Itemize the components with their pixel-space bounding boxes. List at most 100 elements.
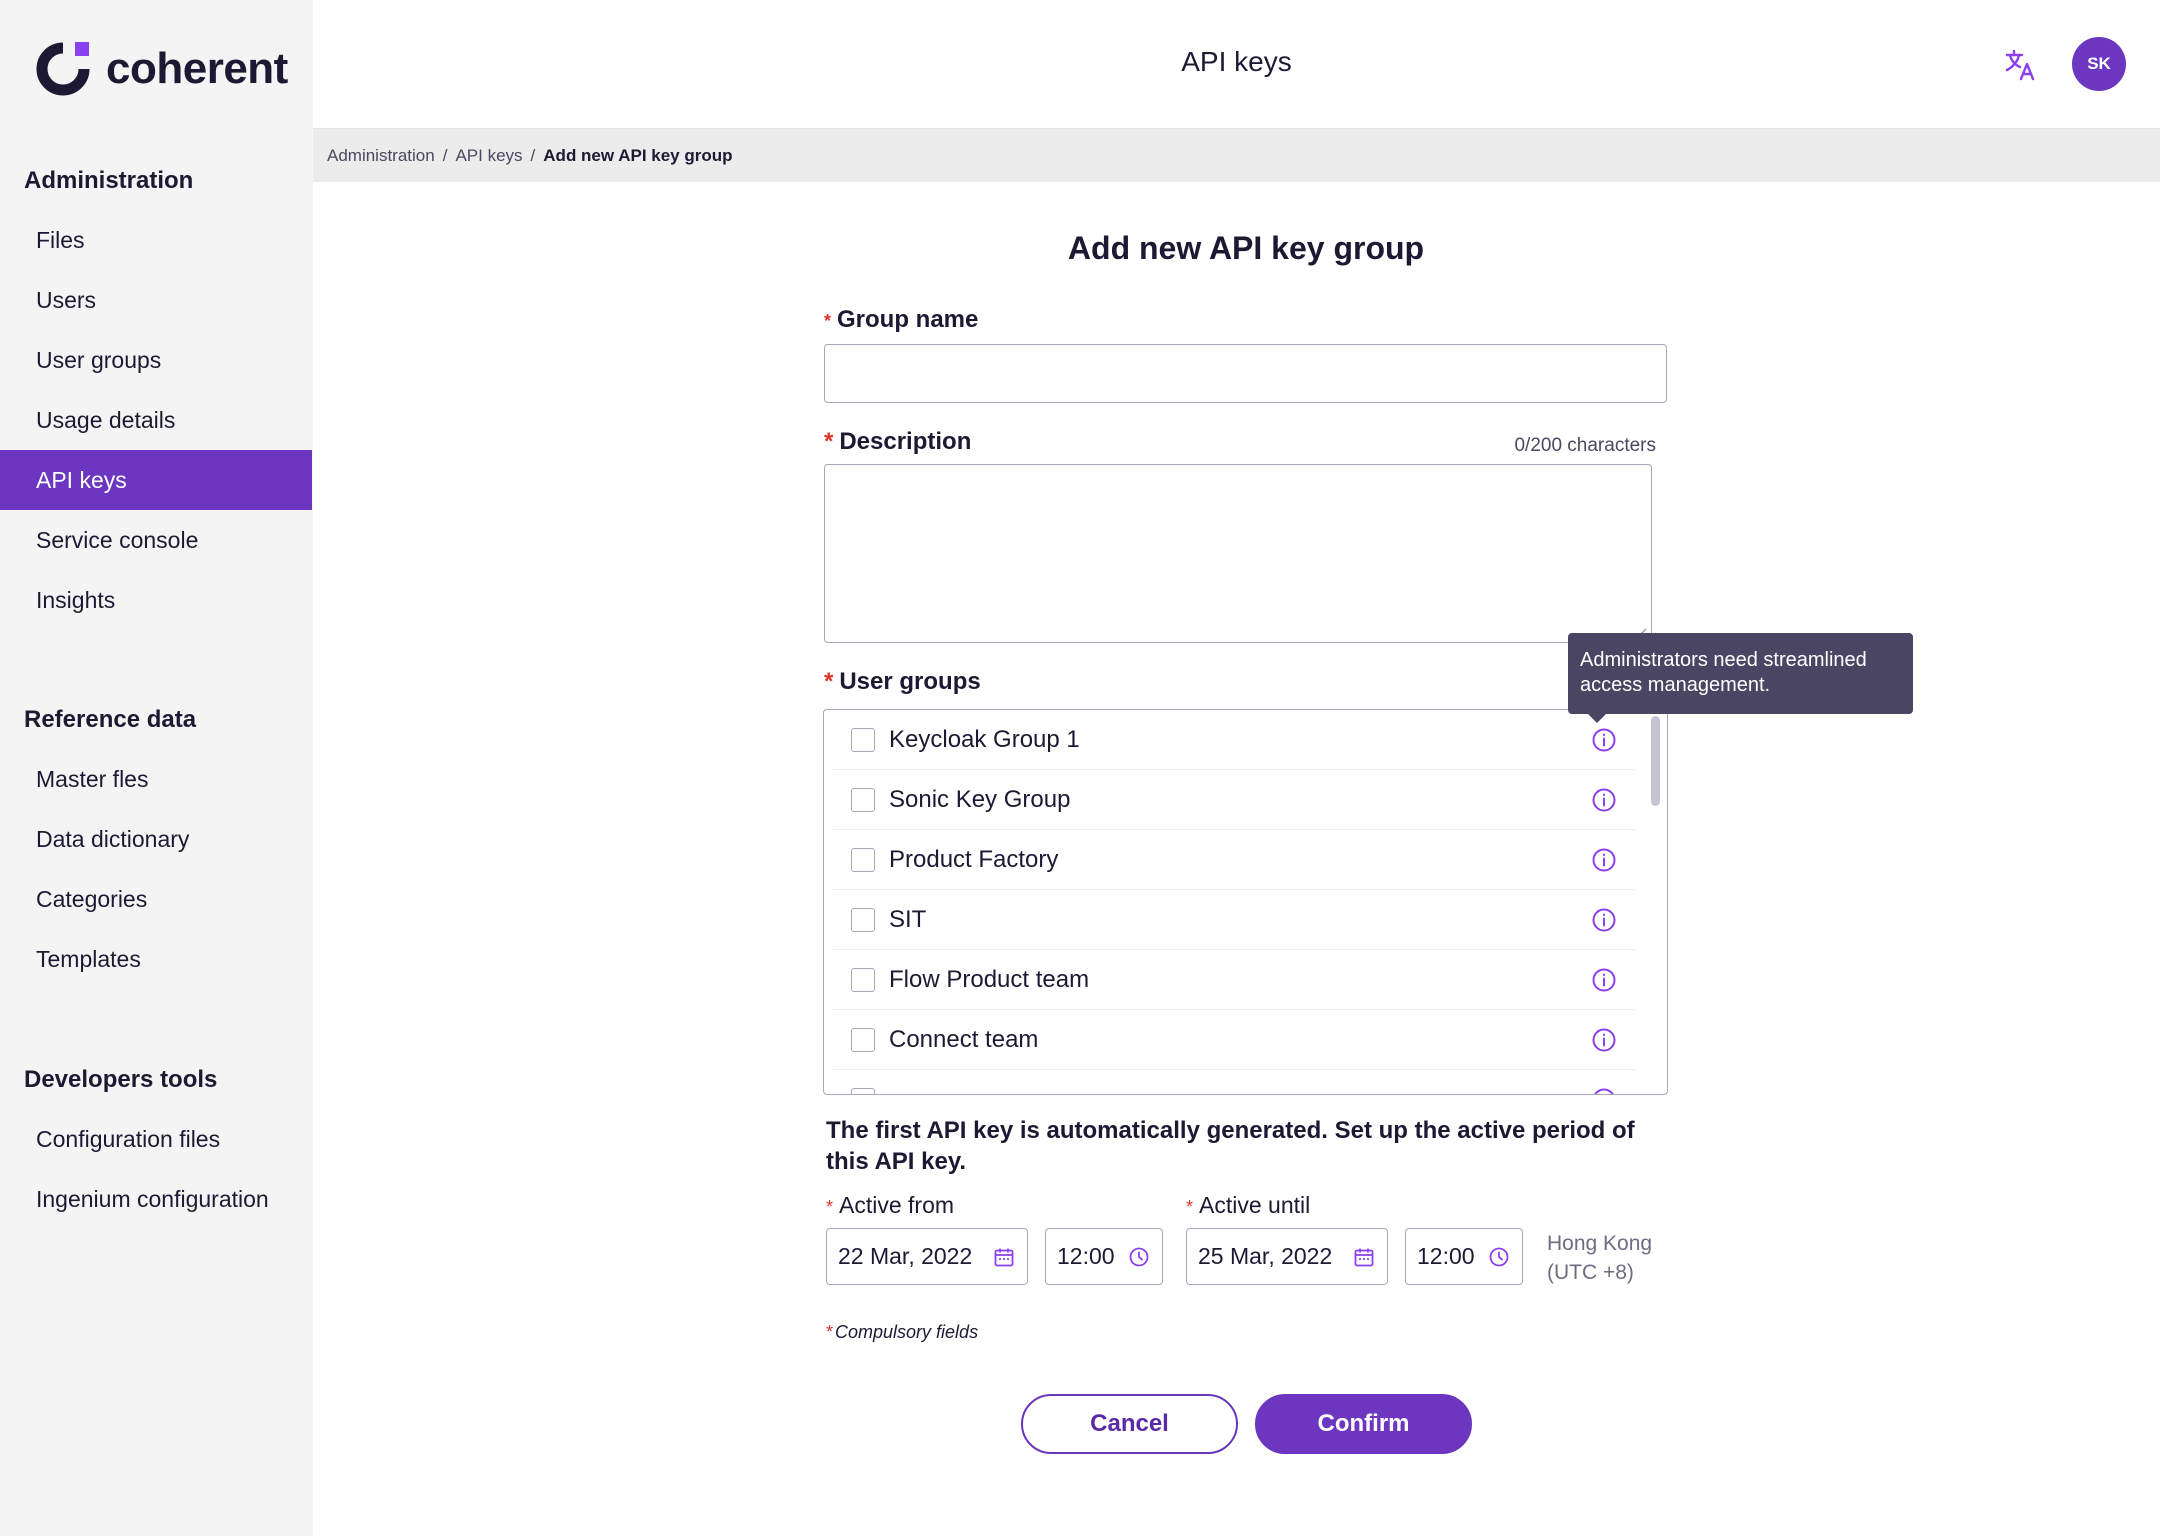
group-checkbox[interactable]: [851, 1088, 875, 1094]
required-mark: *: [824, 668, 834, 695]
coherent-logo-icon: [36, 42, 90, 96]
breadcrumb: Administration / API keys / Add new API …: [313, 129, 2160, 182]
list-scrollbar-thumb[interactable]: [1651, 716, 1660, 806]
list-item: Sonic Key Group: [833, 770, 1635, 830]
cancel-button[interactable]: Cancel: [1021, 1394, 1238, 1454]
group-checkbox[interactable]: [851, 787, 875, 812]
description-label-text: Description: [839, 428, 972, 455]
active-from-time-value: 12:00: [1057, 1243, 1115, 1269]
clock-icon: [1129, 1247, 1149, 1267]
active-until-label-text: Active until: [1199, 1192, 1311, 1218]
nav-item-data-dictionary[interactable]: Data dictionary: [0, 809, 312, 869]
required-mark: *: [1186, 1197, 1194, 1217]
nav-item-insights[interactable]: Insights: [0, 570, 312, 630]
active-until-time-value: 12:00: [1417, 1243, 1475, 1269]
info-icon[interactable]: [1591, 847, 1617, 873]
nav-item-api-keys[interactable]: API keys: [0, 450, 312, 510]
required-mark: *: [826, 1197, 834, 1217]
group-checkbox[interactable]: [851, 967, 875, 992]
user-groups-label-text: User groups: [839, 668, 981, 695]
nav-item-categories[interactable]: Categories: [0, 869, 312, 929]
description-char-counter: 0/200 characters: [1514, 435, 1656, 456]
breadcrumb-current: Add new API key group: [543, 145, 733, 165]
nav-section-reference-data: Reference data: [24, 706, 197, 733]
group-checkbox[interactable]: [851, 727, 875, 752]
group-name-label-text: Group name: [837, 306, 979, 333]
group-label: Flow Product team: [889, 965, 1090, 993]
group-name-label: * Group name: [824, 306, 978, 334]
calendar-icon: [994, 1248, 1014, 1267]
description-label: * Description: [824, 428, 971, 456]
breadcrumb-separator: /: [442, 145, 448, 165]
nav-item-service-console[interactable]: Service console: [0, 510, 312, 570]
group-name-input[interactable]: [824, 344, 1667, 403]
compulsory-fields-note: * Compulsory fields: [826, 1322, 978, 1343]
nav-item-files[interactable]: Files: [0, 210, 312, 270]
user-avatar[interactable]: SK: [2072, 37, 2126, 91]
info-icon[interactable]: [1591, 907, 1617, 933]
group-checkbox[interactable]: [851, 847, 875, 872]
active-from-time-picker[interactable]: 12:00: [1045, 1228, 1163, 1285]
brand-logo[interactable]: coherent: [34, 40, 288, 98]
sidebar: coherent Administration Files Users User…: [0, 0, 313, 1536]
nav-item-configuration-files[interactable]: Configuration files: [0, 1109, 312, 1169]
clock-icon: [1489, 1247, 1509, 1267]
active-from-label: * Active from: [826, 1192, 954, 1219]
translate-icon[interactable]: [2004, 48, 2038, 82]
required-mark: *: [824, 311, 832, 331]
group-label: Sonic Key Group: [889, 785, 1071, 813]
group-label: SIT: [889, 905, 927, 933]
list-item: Flow Product team: [833, 950, 1635, 1010]
tooltip-arrow: [1587, 713, 1607, 723]
active-from-label-text: Active from: [839, 1192, 955, 1218]
group-label: Keycloak Group 1: [889, 725, 1080, 753]
page-header-title: API keys: [1181, 46, 1292, 77]
list-item-partial: [833, 1070, 1635, 1095]
breadcrumb-api-keys[interactable]: API keys: [455, 146, 522, 166]
form-title: Add new API key group: [1067, 230, 1425, 266]
active-until-date-picker[interactable]: 25 Mar, 2022: [1186, 1228, 1388, 1285]
timezone-name: Hong Kong: [1547, 1232, 1653, 1255]
info-icon[interactable]: [1591, 1087, 1617, 1095]
confirm-button[interactable]: Confirm: [1255, 1394, 1472, 1454]
list-item: Product Factory: [833, 830, 1635, 890]
nav-item-ingenium-configuration[interactable]: Ingenium configuration: [0, 1169, 312, 1229]
info-icon[interactable]: [1591, 967, 1617, 993]
required-mark: *: [826, 1322, 834, 1342]
active-until-label: * Active until: [1186, 1192, 1310, 1219]
nav-item-user-groups[interactable]: User groups: [0, 330, 312, 390]
group-label: Connect team: [889, 1025, 1039, 1053]
top-header: API keys SK: [313, 0, 2160, 129]
timezone-label: Hong Kong (UTC +8): [1547, 1229, 1652, 1287]
nav-item-usage-details[interactable]: Usage details: [0, 390, 312, 450]
list-item: Keycloak Group 1: [833, 710, 1635, 770]
compulsory-fields-text: Compulsory fields: [835, 1322, 979, 1342]
breadcrumb-administration[interactable]: Administration: [327, 146, 435, 166]
info-icon[interactable]: [1591, 1027, 1617, 1053]
info-tooltip: Administrators need streamlined access m…: [1568, 633, 1913, 714]
api-key-info-text: The first API key is automatically gener…: [826, 1117, 1635, 1175]
group-checkbox[interactable]: [851, 907, 875, 932]
active-from-date-value: 22 Mar, 2022: [838, 1243, 973, 1269]
list-item: Connect team: [833, 1010, 1635, 1070]
nav-item-templates[interactable]: Templates: [0, 929, 312, 989]
user-groups-label: * User groups: [824, 668, 981, 696]
nav-item-master-files[interactable]: Master fles: [0, 749, 312, 809]
description-textarea[interactable]: [824, 464, 1652, 643]
nav-section-developers-tools: Developers tools: [24, 1066, 218, 1093]
active-until-date-value: 25 Mar, 2022: [1198, 1243, 1333, 1269]
required-mark: *: [824, 428, 834, 455]
list-item: SIT: [833, 890, 1635, 950]
nav-item-users[interactable]: Users: [0, 270, 312, 330]
brand-name: coherent: [106, 44, 288, 93]
active-until-time-picker[interactable]: 12:00: [1405, 1228, 1523, 1285]
active-from-date-picker[interactable]: 22 Mar, 2022: [826, 1228, 1028, 1285]
group-checkbox[interactable]: [851, 1027, 875, 1052]
info-icon[interactable]: [1591, 787, 1617, 813]
group-label: Product Factory: [889, 845, 1059, 873]
info-icon[interactable]: [1591, 727, 1617, 753]
user-groups-list[interactable]: Keycloak Group 1 Sonic Key Group Product…: [823, 709, 1668, 1095]
nav-section-administration: Administration: [24, 167, 194, 194]
calendar-icon: [1354, 1248, 1374, 1267]
timezone-offset: (UTC +8): [1547, 1261, 1634, 1284]
